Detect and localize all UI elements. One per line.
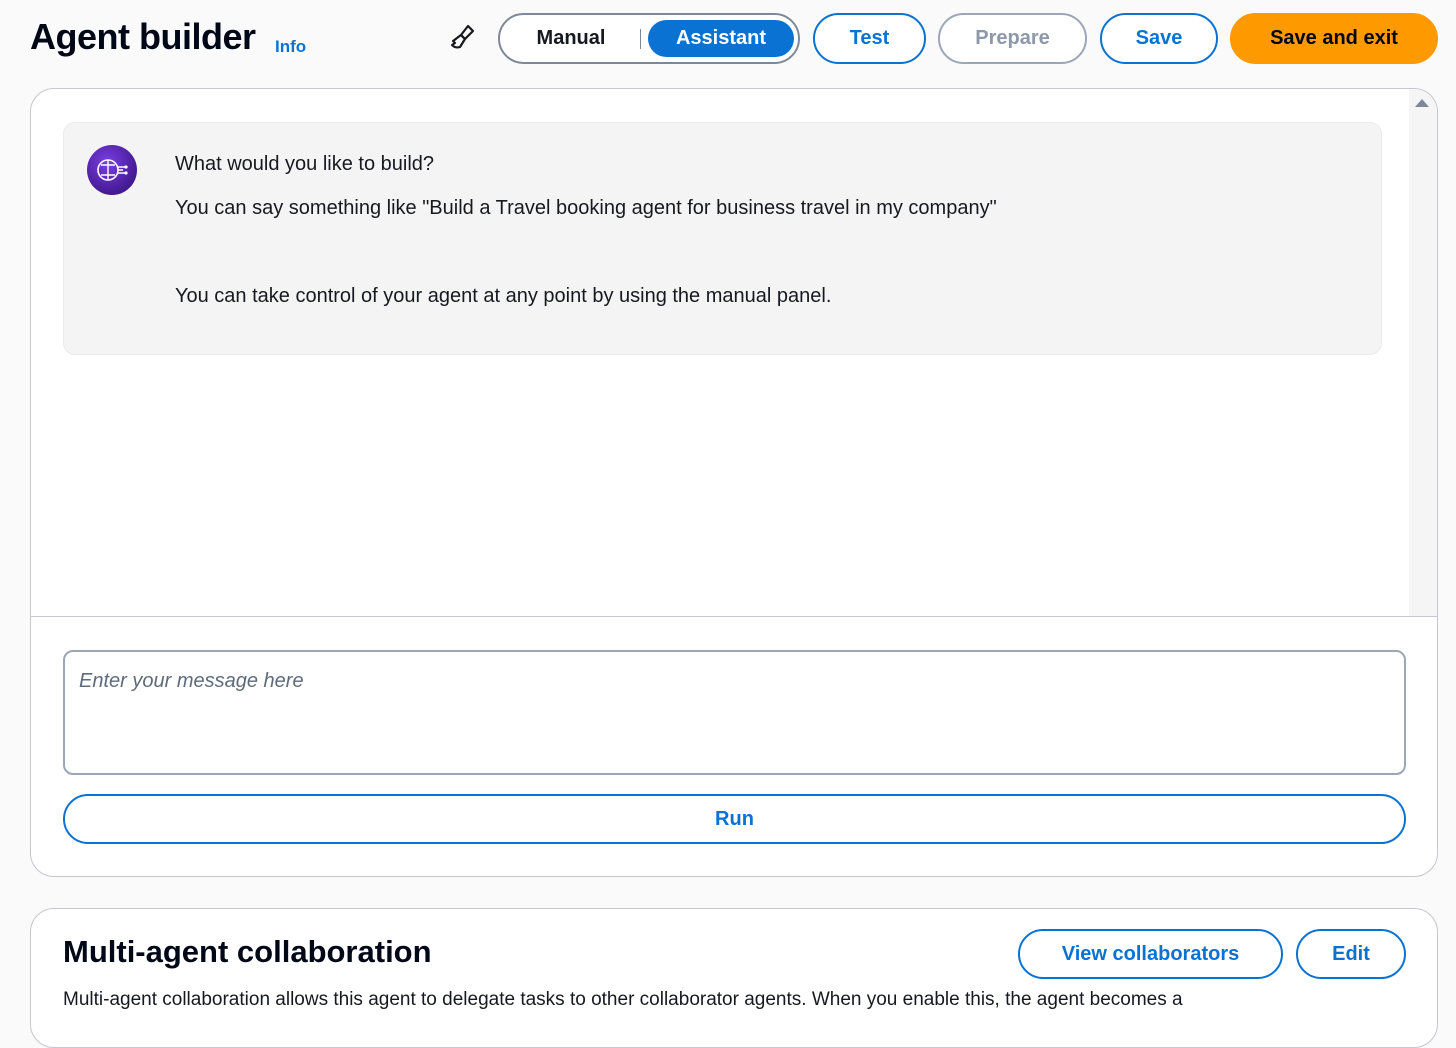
page-title: Agent builder (30, 16, 256, 57)
assistant-panel: What would you like to build? You can sa… (30, 88, 1438, 877)
assistant-message-line: You can say something like "Build a Trav… (175, 197, 997, 219)
section-title: Multi-agent collaboration (63, 934, 432, 969)
save-and-exit-button[interactable]: Save and exit (1230, 13, 1438, 64)
save-button[interactable]: Save (1100, 13, 1218, 64)
assistant-message-line: You can take control of your agent at an… (175, 285, 832, 307)
scroll-up-icon[interactable] (1415, 99, 1429, 107)
ai-brain-icon (87, 145, 137, 195)
assistant-message-line: What would you like to build? (175, 153, 435, 175)
prepare-button[interactable]: Prepare (938, 13, 1087, 64)
brush-icon[interactable] (446, 22, 478, 54)
section-description: Multi-agent collaboration allows this ag… (63, 989, 1183, 1010)
mode-assistant-button[interactable]: Assistant (648, 20, 794, 57)
multi-agent-panel: Multi-agent collaboration View collabora… (30, 908, 1438, 1048)
view-collaborators-button[interactable]: View collaborators (1018, 929, 1283, 979)
divider (31, 616, 1437, 617)
mode-toggle: Manual Assistant (498, 13, 800, 64)
mode-manual-button[interactable]: Manual (512, 20, 630, 57)
run-button[interactable]: Run (63, 794, 1406, 844)
scrollbar[interactable] (1409, 89, 1437, 617)
edit-button[interactable]: Edit (1296, 929, 1406, 979)
message-input[interactable] (63, 650, 1406, 775)
test-button[interactable]: Test (813, 13, 926, 64)
assistant-message: What would you like to build? You can sa… (63, 122, 1382, 355)
mode-divider (640, 29, 641, 49)
info-link[interactable]: Info (275, 37, 306, 57)
page-header: Agent builder Info Manual Assistant Test… (0, 0, 1456, 80)
